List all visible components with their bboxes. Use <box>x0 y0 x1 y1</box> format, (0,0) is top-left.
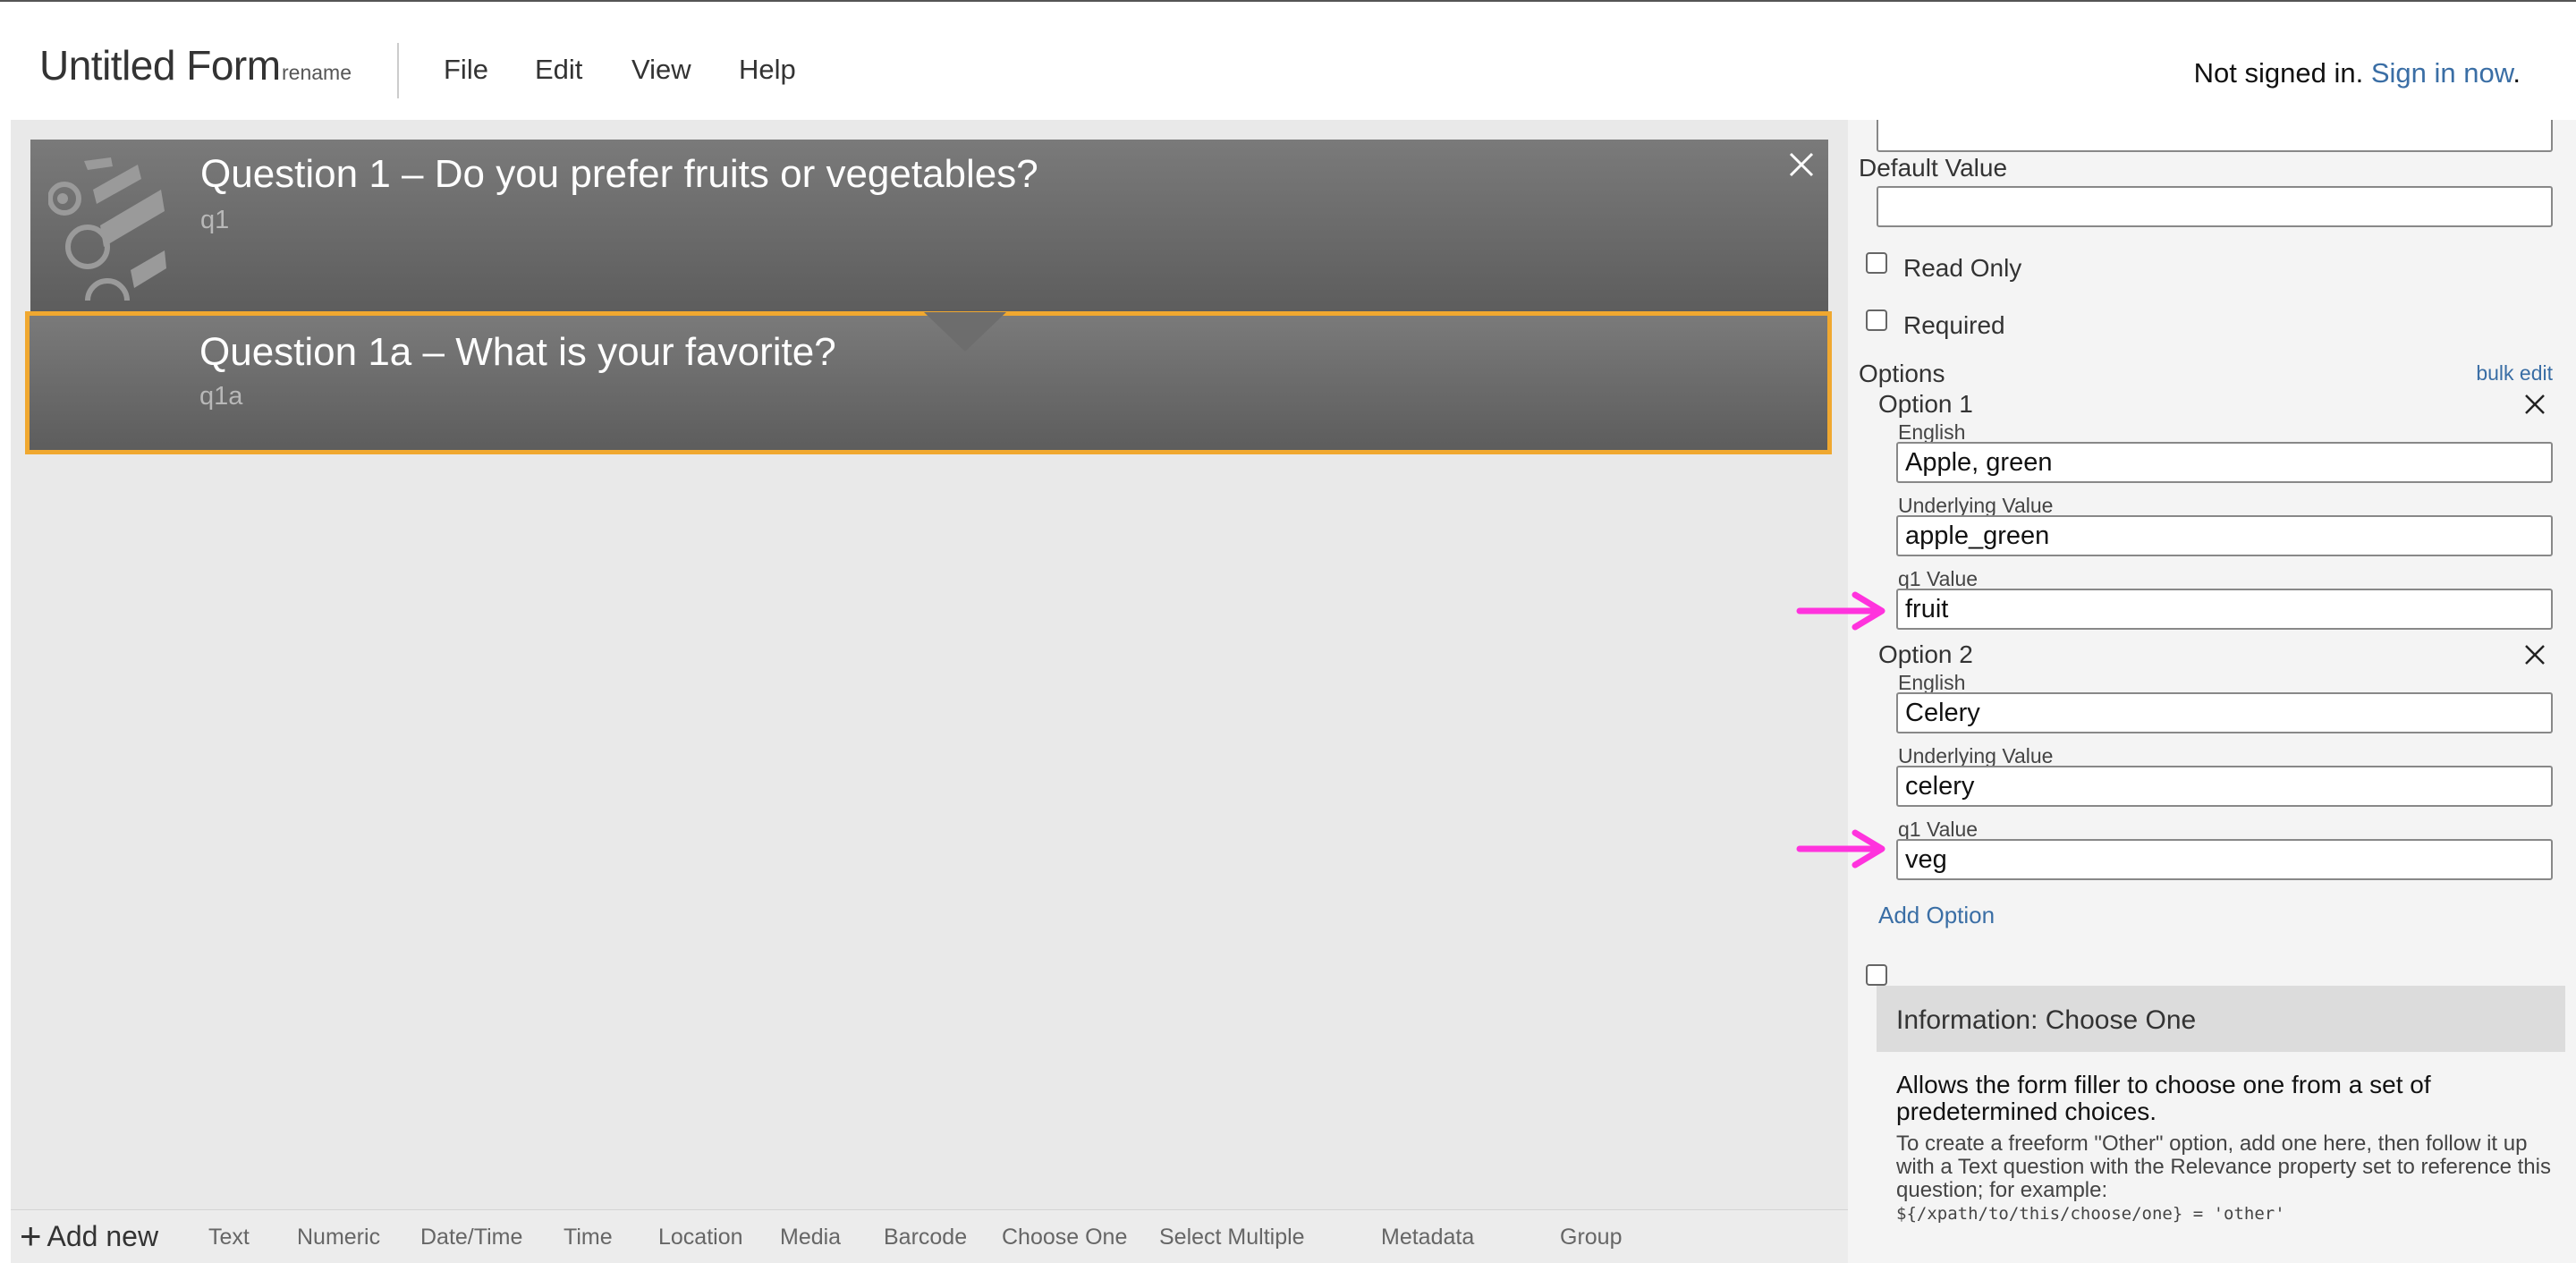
add-new-button[interactable]: + Add new <box>20 1217 158 1255</box>
menu-file[interactable]: File <box>444 54 488 86</box>
next-property-checkbox[interactable] <box>1866 964 1887 986</box>
add-metadata-button[interactable]: Metadata <box>1381 1225 1474 1250</box>
menu-edit[interactable]: Edit <box>535 54 582 86</box>
info-note: To create a freeform "Other" option, add… <box>1896 1132 2551 1202</box>
read-only-label: Read Only <box>1903 254 2022 282</box>
option-2-q1-value-label: q1 Value <box>1898 818 1979 841</box>
selection-pointer-icon <box>924 312 1006 352</box>
sign-in-link[interactable]: Sign in now <box>2371 57 2513 89</box>
add-time-button[interactable]: Time <box>564 1225 613 1250</box>
add-group-button[interactable]: Group <box>1560 1225 1622 1250</box>
option-2-heading: Option 2 <box>1878 640 1973 668</box>
plus-icon: + <box>20 1215 42 1257</box>
option-2-english-input[interactable] <box>1896 692 2553 733</box>
add-numeric-button[interactable]: Numeric <box>297 1225 380 1250</box>
menu-view[interactable]: View <box>631 54 691 86</box>
required-checkbox[interactable] <box>1866 309 1887 331</box>
app-header: Untitled Form rename File Edit View Help… <box>0 0 2576 120</box>
option-2-english-label: English <box>1898 671 1966 694</box>
info-description: Allows the form filler to choose one fro… <box>1896 1071 2431 1125</box>
options-label: Options <box>1859 360 1945 387</box>
add-datetime-button[interactable]: Date/Time <box>420 1225 522 1250</box>
option-1-q1-value-label: q1 Value <box>1898 567 1979 590</box>
question-card-q1a[interactable]: Question 1a – What is your favorite? q1a <box>25 311 1832 454</box>
add-select-multiple-button[interactable]: Select Multiple <box>1159 1225 1305 1250</box>
form-title: Untitled Form <box>39 42 281 89</box>
required-label: Required <box>1903 311 2005 339</box>
add-media-button[interactable]: Media <box>780 1225 841 1250</box>
remove-option-2-close-icon[interactable] <box>2522 642 2547 667</box>
add-option-link[interactable]: Add Option <box>1878 902 1995 929</box>
info-header: Information: Choose One <box>1877 986 2565 1052</box>
add-barcode-button[interactable]: Barcode <box>884 1225 967 1250</box>
annotation-arrow-icon <box>1796 829 1885 869</box>
question-name: q1 <box>200 206 230 234</box>
form-workspace: Question 1 – Do you prefer fruits or veg… <box>11 120 1848 1209</box>
auth-status: Not signed in. Sign in now. <box>2194 57 2521 89</box>
auth-status-suffix: . <box>2512 57 2521 89</box>
info-code-example: ${/xpath/to/this/choose/one} = 'other' <box>1896 1204 2285 1224</box>
question-title: Question 1a – What is your favorite? <box>199 330 836 374</box>
annotation-arrow-icon <box>1796 591 1885 631</box>
default-value-label: Default Value <box>1859 154 2008 182</box>
bulk-edit-link[interactable]: bulk edit <box>2476 361 2553 386</box>
option-2-q1-value-input[interactable] <box>1896 839 2553 880</box>
remove-option-1-close-icon[interactable] <box>2522 392 2547 417</box>
option-2-underlying-input[interactable] <box>1896 766 2553 807</box>
auth-status-text: Not signed in. <box>2193 57 2364 89</box>
info-title: Information: Choose One <box>1896 1005 2197 1035</box>
add-choose-one-button[interactable]: Choose One <box>1002 1225 1127 1250</box>
option-1-heading: Option 1 <box>1878 390 1973 418</box>
previous-field-input[interactable] <box>1877 120 2553 152</box>
close-icon[interactable] <box>1785 148 1818 181</box>
add-question-toolbar: + Add new Text Numeric Date/Time Time Lo… <box>11 1209 1848 1263</box>
question-name: q1a <box>199 382 243 411</box>
option-2-underlying-label: Underlying Value <box>1898 744 2054 767</box>
choose-one-icon <box>48 157 166 301</box>
add-new-label: Add new <box>47 1219 159 1252</box>
rename-link[interactable]: rename <box>282 61 352 85</box>
read-only-checkbox[interactable] <box>1866 252 1887 274</box>
menu-help[interactable]: Help <box>739 54 796 86</box>
add-location-button[interactable]: Location <box>658 1225 743 1250</box>
option-1-q1-value-input[interactable] <box>1896 589 2553 630</box>
question-card-q1[interactable]: Question 1 – Do you prefer fruits or veg… <box>30 140 1828 311</box>
header-divider <box>397 43 399 98</box>
option-1-english-label: English <box>1898 420 1966 444</box>
option-1-underlying-label: Underlying Value <box>1898 494 2054 517</box>
option-1-english-input[interactable] <box>1896 442 2553 483</box>
add-text-button[interactable]: Text <box>208 1225 250 1250</box>
info-box: Information: Choose One Allows the form … <box>1877 986 2565 1259</box>
option-1-underlying-input[interactable] <box>1896 515 2553 556</box>
default-value-input[interactable] <box>1877 186 2553 227</box>
question-title: Question 1 – Do you prefer fruits or veg… <box>200 152 1038 196</box>
